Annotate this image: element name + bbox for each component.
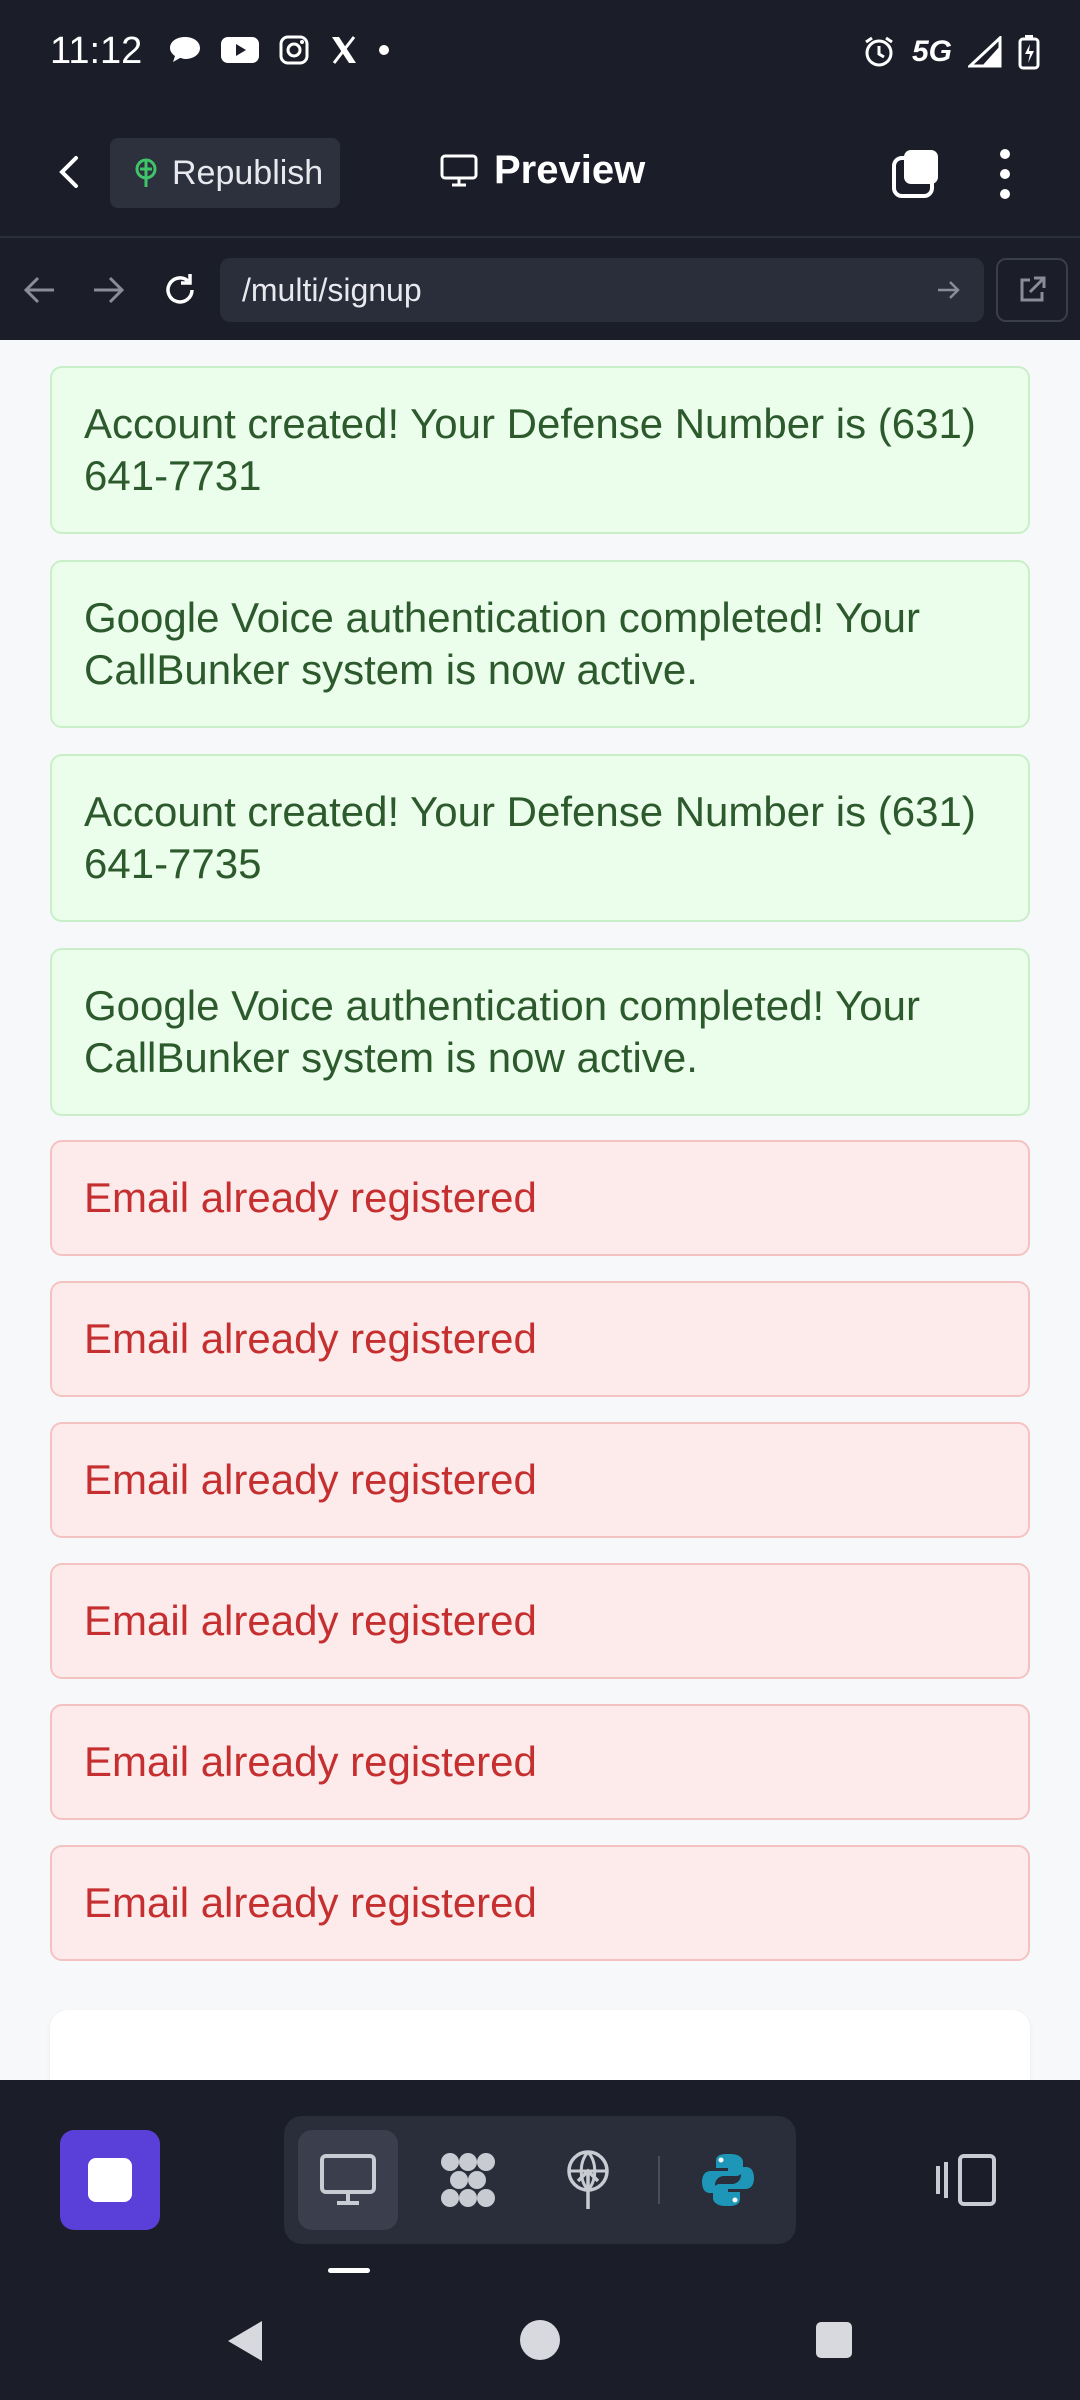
- success-alert: Account created! Your Defense Number is …: [50, 366, 1030, 534]
- deploy-icon: [567, 2150, 609, 2209]
- browser-forward-icon[interactable]: [88, 270, 128, 310]
- signup-form-card: [50, 2010, 1030, 2080]
- workflow-tool-button[interactable]: [418, 2130, 518, 2230]
- alert-text: Email already registered: [84, 1738, 537, 1785]
- republish-label: Republish: [172, 153, 324, 192]
- alert-text: Email already registered: [84, 1879, 537, 1926]
- tool-divider: [658, 2156, 660, 2204]
- stop-button[interactable]: [60, 2130, 160, 2230]
- x-icon: [332, 36, 356, 64]
- status-bar: 11:12 5G: [0, 0, 1080, 110]
- success-alert: Google Voice authentication completed! Y…: [50, 560, 1030, 728]
- nav-recents-icon[interactable]: [816, 2322, 852, 2358]
- error-alert: Email already registered: [50, 1704, 1030, 1820]
- system-navigation-bar: [0, 2280, 1080, 2400]
- url-input[interactable]: /multi/signup: [220, 258, 984, 322]
- workspace-toolbar: [0, 2080, 1080, 2280]
- battery-icon: [1018, 35, 1040, 70]
- nav-home-icon[interactable]: [520, 2320, 560, 2360]
- tabs-icon[interactable]: [890, 148, 942, 200]
- system-icons: 5G: [862, 34, 1040, 70]
- error-alert: Email already registered: [50, 1563, 1030, 1679]
- success-alert: Google Voice authentication completed! Y…: [50, 948, 1030, 1116]
- notification-icons: [168, 34, 390, 66]
- alert-text: Email already registered: [84, 1597, 537, 1644]
- deploy-tool-button[interactable]: [538, 2130, 638, 2230]
- instagram-icon: [279, 35, 309, 65]
- monitor-icon: [440, 154, 478, 186]
- back-arrow-icon[interactable]: [48, 150, 92, 194]
- browser-toolbar: /multi/signup: [0, 240, 1080, 340]
- alert-text: Email already registered: [84, 1174, 537, 1221]
- external-link-icon: [1020, 276, 1046, 302]
- republish-button[interactable]: Republish: [110, 138, 340, 208]
- python-icon: [702, 2154, 754, 2206]
- signal-icon: [968, 36, 1002, 68]
- error-alert: Email already registered: [50, 1845, 1030, 1961]
- go-arrow-icon[interactable]: [934, 276, 962, 304]
- page-content: Account created! Your Defense Number is …: [0, 340, 1080, 2080]
- app-bar: Republish Preview: [0, 110, 1080, 238]
- more-options-icon[interactable]: [990, 146, 1020, 202]
- alert-text: Email already registered: [84, 1315, 537, 1362]
- page-title: Preview: [494, 148, 646, 192]
- preview-title: Preview: [440, 148, 645, 193]
- open-external-button[interactable]: [996, 258, 1068, 322]
- nav-back-icon[interactable]: [222, 2318, 268, 2364]
- alert-text: Google Voice authentication completed! Y…: [84, 594, 920, 693]
- deploy-icon: [135, 158, 157, 187]
- error-alert: Email already registered: [50, 1422, 1030, 1538]
- devices-icon[interactable]: [934, 2154, 998, 2206]
- tool-group: [284, 2116, 796, 2244]
- network-type: 5G: [911, 35, 952, 68]
- preview-tool-button[interactable]: [298, 2130, 398, 2230]
- status-time: 11:12: [50, 30, 143, 72]
- active-tab-indicator: [328, 2268, 370, 2273]
- alert-text: Email already registered: [84, 1456, 537, 1503]
- alarm-icon: [865, 36, 893, 67]
- alert-text: Account created! Your Defense Number is …: [84, 788, 976, 887]
- youtube-icon: [221, 37, 259, 63]
- reload-icon[interactable]: [160, 270, 200, 310]
- url-path: /multi/signup: [242, 271, 422, 308]
- workflow-icon: [441, 2153, 495, 2207]
- stop-icon: [88, 2158, 132, 2202]
- messages-icon: [170, 37, 200, 62]
- python-tool-button[interactable]: [678, 2130, 778, 2230]
- success-alert: Account created! Your Defense Number is …: [50, 754, 1030, 922]
- alert-text: Account created! Your Defense Number is …: [84, 400, 976, 499]
- alert-text: Google Voice authentication completed! Y…: [84, 982, 920, 1081]
- browser-back-icon[interactable]: [20, 270, 60, 310]
- error-alert: Email already registered: [50, 1281, 1030, 1397]
- dot-icon: [379, 45, 389, 55]
- error-alert: Email already registered: [50, 1140, 1030, 1256]
- preview-icon: [320, 2154, 376, 2205]
